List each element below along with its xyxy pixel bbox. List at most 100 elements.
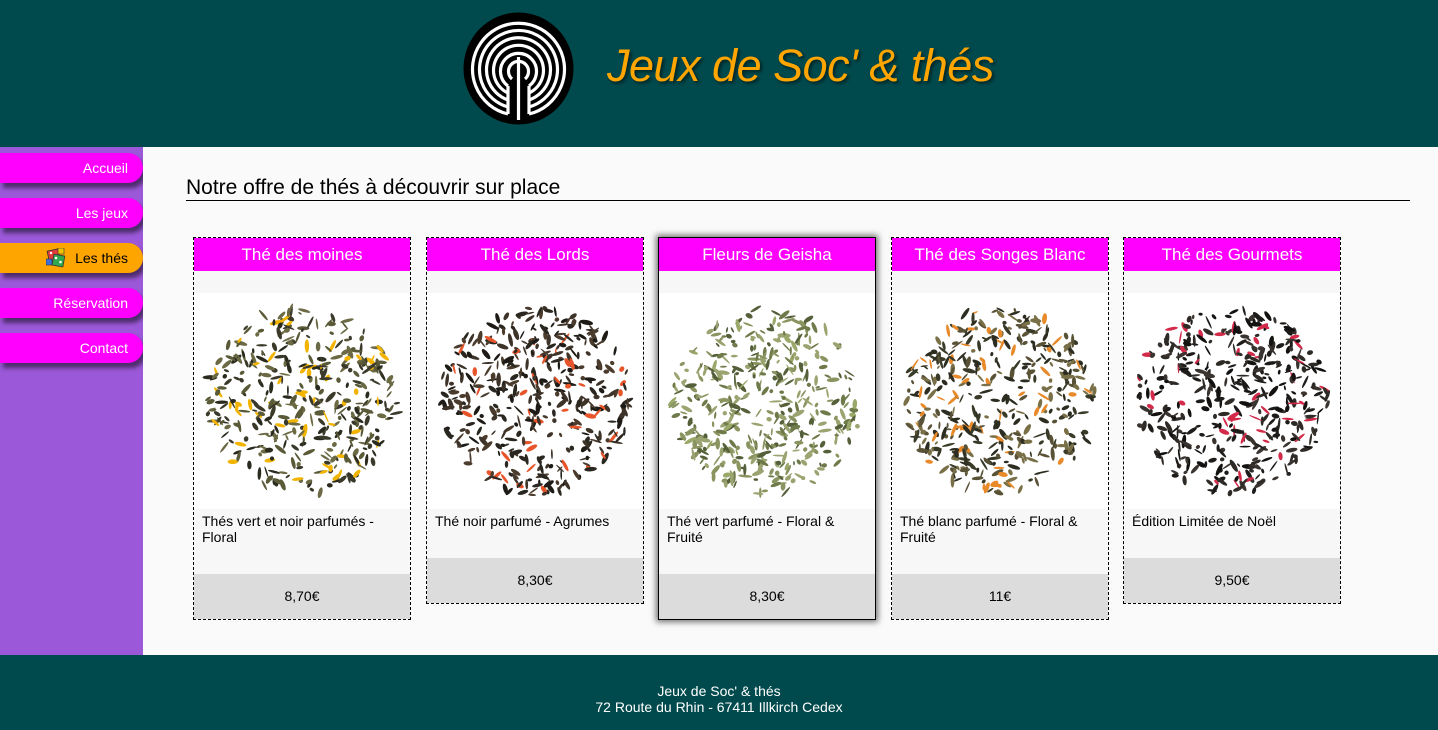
tea-leaf xyxy=(1038,440,1044,445)
tea-leaf xyxy=(735,455,744,460)
tea-leaf xyxy=(326,483,333,488)
tea-leaf xyxy=(1048,378,1053,383)
tea-leaf xyxy=(377,413,387,419)
tea-leaf xyxy=(384,400,387,409)
tea-leaf xyxy=(1042,344,1050,348)
tea-leaf xyxy=(1029,451,1032,458)
tea-leaf xyxy=(990,352,994,357)
tea-leaf xyxy=(1002,320,1007,325)
tea-leaf xyxy=(776,359,780,364)
tea-leaf xyxy=(224,378,232,386)
tea-leaf xyxy=(814,402,819,408)
tea-leaf xyxy=(1194,449,1203,455)
tea-leaf xyxy=(1145,387,1150,399)
tea-leaf xyxy=(782,342,791,352)
tea-leaf xyxy=(971,476,984,481)
tea-leaf xyxy=(824,374,832,378)
tea-leaf xyxy=(1285,419,1290,425)
dice-icon xyxy=(46,248,66,268)
tea-leaf xyxy=(553,388,566,393)
tea-leaf xyxy=(1224,398,1235,405)
tea-leaf xyxy=(493,353,501,361)
tea-leaf xyxy=(290,456,296,470)
tea-leaf xyxy=(1008,469,1013,476)
tea-leaf xyxy=(925,459,933,464)
tea-leaf xyxy=(749,345,754,352)
tea-leaf xyxy=(1011,412,1015,420)
tea-card[interactable]: Thé des Lords Thé noir parfumé - Agrumes… xyxy=(426,237,644,604)
tea-leaf xyxy=(472,367,478,377)
tea-leaf xyxy=(1159,364,1165,375)
tea-leaf xyxy=(525,358,529,371)
tea-leaf xyxy=(699,455,708,460)
nav-item-accueil[interactable]: Accueil xyxy=(0,153,143,183)
tea-leaf xyxy=(1048,408,1053,414)
tea-leaf xyxy=(1165,326,1178,331)
tea-leaf xyxy=(981,479,986,484)
tea-leaf xyxy=(1238,470,1242,482)
tea-card-title: Thé des Songes Blanc xyxy=(892,238,1108,271)
footer-address: 72 Route du Rhin - 67411 Illkirch Cedex xyxy=(595,699,843,715)
sidebar-nav: Accueil Les jeux Les thés Réservation Co… xyxy=(0,147,143,655)
tea-leaf xyxy=(578,365,585,370)
tea-leaf xyxy=(583,377,597,382)
tea-leaf xyxy=(673,371,681,381)
tea-leaf xyxy=(238,409,251,413)
tea-leaf xyxy=(1226,368,1234,375)
tea-leaf xyxy=(550,358,565,363)
tea-leaf xyxy=(769,468,774,475)
tea-leaf xyxy=(1242,305,1246,316)
tea-leaf xyxy=(1264,353,1267,362)
tea-leaf xyxy=(519,389,528,396)
tea-card[interactable]: Thé des Songes Blanc Thé blanc parfumé -… xyxy=(891,237,1109,620)
tea-leaf xyxy=(578,383,586,387)
tea-leaf xyxy=(974,326,978,331)
tea-leaf xyxy=(820,355,829,362)
tea-leaf xyxy=(593,394,600,400)
tea-card[interactable]: Fleurs de Geisha Thé vert parfumé - Flor… xyxy=(658,237,876,620)
tea-leaf xyxy=(497,450,501,457)
tea-leaf xyxy=(282,430,294,436)
tea-leaf xyxy=(936,385,943,392)
tea-leaf xyxy=(750,305,762,313)
tea-leaf xyxy=(679,361,685,366)
tea-leaf xyxy=(1144,379,1148,385)
tea-leaf xyxy=(1011,344,1016,356)
tea-leaf xyxy=(1295,376,1303,379)
tea-leaf xyxy=(1280,435,1286,442)
tea-leaf xyxy=(517,489,529,495)
tea-leaf xyxy=(699,458,704,465)
site-footer: Jeux de Soc' & thés 72 Route du Rhin - 6… xyxy=(0,655,1438,730)
tea-leaf xyxy=(227,459,238,464)
tea-leaf xyxy=(1023,424,1032,435)
tea-leaf xyxy=(1001,411,1008,418)
tea-leaf xyxy=(325,391,336,403)
tea-leaf xyxy=(358,452,365,460)
tea-leaf xyxy=(610,360,615,366)
tea-leaf xyxy=(834,434,839,437)
tea-leaf xyxy=(1186,332,1191,337)
tea-leaf xyxy=(542,415,549,419)
nav-item-reservation[interactable]: Réservation xyxy=(0,288,143,318)
tea-leaf xyxy=(1281,417,1294,421)
tea-leaf xyxy=(1021,362,1032,366)
tea-card-title: Thé des Gourmets xyxy=(1124,238,1340,271)
tea-leaf xyxy=(1285,447,1298,453)
tea-leaf xyxy=(263,396,267,402)
nav-item-contact[interactable]: Contact xyxy=(0,333,143,363)
tea-leaf xyxy=(840,394,846,406)
nav-item-les-thes[interactable]: Les thés xyxy=(0,243,143,273)
tea-leaf xyxy=(221,359,232,369)
tea-card-price: 11€ xyxy=(892,574,1108,619)
tea-leaf xyxy=(1033,374,1037,383)
tea-card[interactable]: Thé des moines Thés vert et noir parfumé… xyxy=(193,237,411,620)
tea-leaf xyxy=(550,322,555,328)
tea-leaf xyxy=(725,327,729,333)
tea-leaf xyxy=(468,436,480,445)
tea-leaf xyxy=(1015,410,1026,415)
tea-leaf xyxy=(769,389,774,394)
nav-item-les-jeux[interactable]: Les jeux xyxy=(0,198,143,228)
labyrinth-logo-icon[interactable] xyxy=(463,12,574,125)
tea-leaf xyxy=(1249,415,1263,421)
tea-card[interactable]: Thé des Gourmets Édition Limitée de Noël… xyxy=(1123,237,1341,604)
